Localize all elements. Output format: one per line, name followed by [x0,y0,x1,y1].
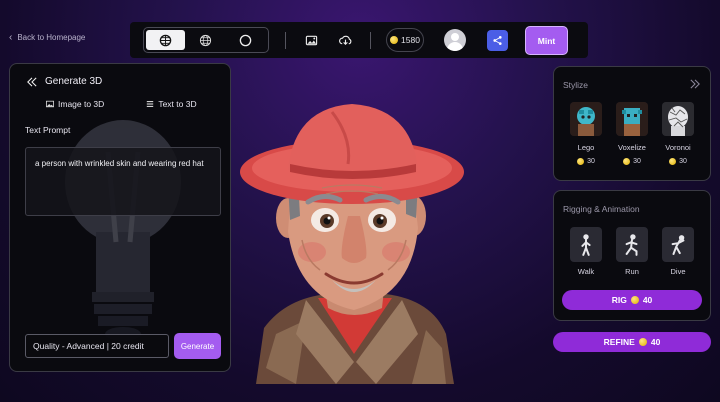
dive-figure-icon [662,227,694,262]
generate-mode-tabs: Image to 3D Text to 3D [46,99,197,109]
textured-view-button[interactable] [146,30,185,50]
view-mode-switcher [143,27,269,53]
coin-icon [623,158,631,165]
share-button[interactable] [487,30,508,51]
panel-title: Generate 3D [45,76,103,87]
coin-icon [390,36,399,44]
panel-header: Generate 3D [27,76,102,87]
3d-model-preview[interactable] [236,98,472,384]
animation-option-walk[interactable]: Walk [570,227,602,276]
style-option-voronoi[interactable]: Voronoi 30 [662,102,694,165]
animation-option-dive[interactable]: Dive [662,227,694,276]
coin-icon [630,296,639,304]
tab-image-to-3d[interactable]: Image to 3D [46,99,104,109]
wireframe-view-button[interactable] [186,30,225,50]
text-prompt-label: Text Prompt [25,125,71,135]
image-icon [46,100,54,108]
coin-icon [577,158,585,165]
chevron-left-icon: ‹ [9,31,13,43]
stylize-panel: Stylize Lego 30 Voxelize 30 Voronoi 30 [553,66,711,181]
generate-3d-panel: Generate 3D Image to 3D Text to 3D Text … [9,63,231,372]
rigging-title: Rigging & Animation [563,204,640,214]
style-option-lego[interactable]: Lego 30 [570,102,602,165]
back-to-homepage-link[interactable]: ‹ Back to Homepage [9,31,86,43]
coin-count: 1580 [401,35,420,45]
quality-select[interactable]: Quality - Advanced | 20 credit [25,334,169,358]
user-avatar[interactable] [444,29,466,51]
tab-text-to-3d[interactable]: Text to 3D [146,99,197,109]
rig-button[interactable]: RIG 40 [562,290,702,310]
expand-chevrons-icon[interactable] [690,79,700,89]
toolbar-divider [285,32,286,49]
generate-button[interactable]: Generate [174,333,221,359]
stylize-title: Stylize [563,80,589,90]
coin-icon [638,338,647,346]
list-icon [147,101,154,107]
top-toolbar: 1580 Mint [130,22,588,58]
circle-icon [239,34,252,46]
animation-option-run[interactable]: Run [616,227,648,276]
share-icon [493,36,502,45]
voxelize-thumbnail [616,102,648,136]
style-option-voxelize[interactable]: Voxelize 30 [616,102,648,165]
back-label: Back to Homepage [17,33,86,42]
textured-globe-icon [159,34,172,46]
rigging-animation-panel: Rigging & Animation Walk Run Dive RIG 40 [553,190,711,321]
coin-icon [669,158,677,165]
collapse-chevrons-icon[interactable] [27,76,37,87]
solid-view-button[interactable] [226,30,265,50]
text-prompt-input[interactable]: a person with wrinkled skin and wearing … [25,147,221,216]
coin-balance: 1580 [386,28,424,52]
toolbar-divider [370,32,371,49]
wireframe-globe-icon [199,34,212,46]
lego-thumbnail [570,102,602,136]
run-figure-icon [616,227,648,262]
refine-button[interactable]: REFINE 40 [553,332,711,352]
download-icon[interactable] [337,32,353,48]
image-export-icon[interactable] [303,32,319,48]
walk-figure-icon [570,227,602,262]
mint-button[interactable]: Mint [525,26,568,55]
voronoi-thumbnail [662,102,694,136]
